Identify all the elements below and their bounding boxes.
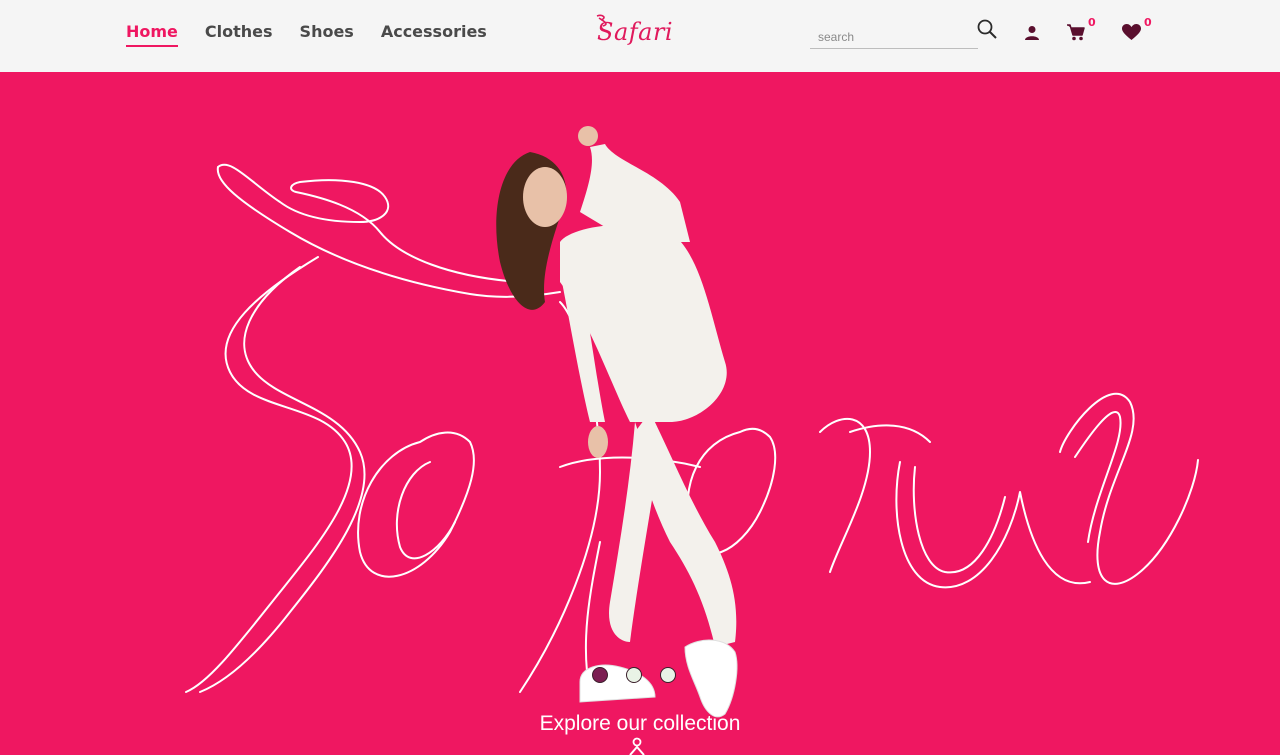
explore-icon[interactable]: [626, 737, 648, 755]
cart-count-badge: 0: [1088, 16, 1096, 29]
logo-text: Safari: [597, 18, 674, 46]
explore-collection-link[interactable]: Explore our collection: [0, 712, 1280, 736]
nav-accessories[interactable]: Accessories: [381, 22, 487, 47]
cart-icon: [1067, 24, 1085, 41]
cart-button[interactable]: [1067, 24, 1085, 41]
carousel-dot-1[interactable]: [592, 667, 608, 683]
site-header: Home Clothes Shoes Accessories Safari 0: [0, 0, 1280, 72]
carousel-dot-2[interactable]: [626, 667, 642, 683]
user-icon: [1025, 26, 1039, 40]
wishlist-button[interactable]: [1122, 24, 1141, 41]
nav-home[interactable]: Home: [126, 22, 178, 47]
hero-banner: Explore our collection: [0, 72, 1280, 755]
hero-model-image: [496, 126, 738, 718]
main-nav: Home Clothes Shoes Accessories: [126, 22, 487, 47]
nav-clothes[interactable]: Clothes: [205, 22, 273, 47]
search-input[interactable]: [810, 19, 978, 49]
heart-icon: [1122, 24, 1141, 40]
search-icon: [977, 19, 997, 39]
search-button[interactable]: [977, 19, 997, 39]
carousel-dot-3[interactable]: [660, 667, 676, 683]
nav-shoes[interactable]: Shoes: [300, 22, 354, 47]
wishlist-count-badge: 0: [1144, 16, 1152, 29]
account-button[interactable]: [1024, 25, 1040, 41]
carousel-dots: [592, 667, 676, 683]
